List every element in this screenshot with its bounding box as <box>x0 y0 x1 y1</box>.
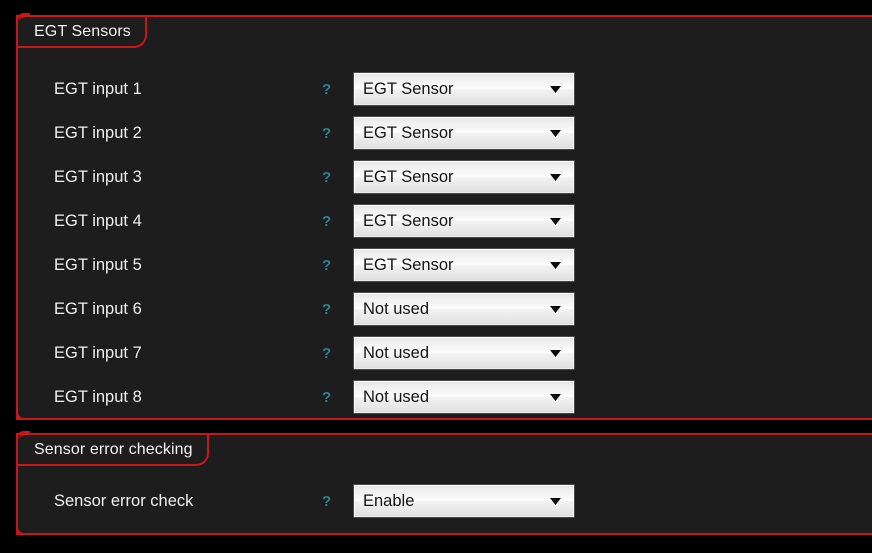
row-sensor-error-check: Sensor error check ? Enable <box>18 482 872 520</box>
question-mark-icon-egt-input-8[interactable]: ? <box>322 390 331 405</box>
panel-title-sensor-error-checking: Sensor error checking <box>18 433 209 466</box>
dropdown-egt-input-5[interactable]: EGT Sensor <box>353 248 575 282</box>
dropdown-value-egt-input-5: EGT Sensor <box>363 256 454 274</box>
chevron-down-icon <box>540 173 574 181</box>
label-egt-input-7: EGT input 7 <box>54 343 142 362</box>
label-egt-input-4: EGT input 4 <box>54 211 142 230</box>
chevron-down-icon <box>540 261 574 269</box>
row-egt-input-1: EGT input 1 ? EGT Sensor <box>18 70 872 108</box>
row-egt-input-5: EGT input 5 ? EGT Sensor <box>18 246 872 284</box>
dropdown-value-sensor-error-check: Enable <box>363 492 415 510</box>
dropdown-egt-input-1[interactable]: EGT Sensor <box>353 72 575 106</box>
panel-egt-sensors: EGT Sensors EGT input 1 ? EGT Sensor EGT… <box>16 13 872 420</box>
label-egt-input-5: EGT input 5 <box>54 255 142 274</box>
dropdown-egt-input-4[interactable]: EGT Sensor <box>353 204 575 238</box>
dropdown-value-egt-input-6: Not used <box>363 300 430 318</box>
panel-title-label: Sensor error checking <box>34 440 193 458</box>
chevron-down-icon <box>540 393 574 401</box>
dropdown-value-egt-input-1: EGT Sensor <box>363 80 454 98</box>
dropdown-value-egt-input-4: EGT Sensor <box>363 212 454 230</box>
dropdown-value-egt-input-7: Not used <box>363 344 430 362</box>
row-egt-input-7: EGT input 7 ? Not used <box>18 334 872 372</box>
label-egt-input-1: EGT input 1 <box>54 79 142 98</box>
dropdown-egt-input-2[interactable]: EGT Sensor <box>353 116 575 150</box>
row-egt-input-6: EGT input 6 ? Not used <box>18 290 872 328</box>
row-egt-input-3: EGT input 3 ? EGT Sensor <box>18 158 872 196</box>
chevron-down-icon <box>540 85 574 93</box>
row-egt-input-4: EGT input 4 ? EGT Sensor <box>18 202 872 240</box>
dropdown-egt-input-8[interactable]: Not used <box>353 380 575 414</box>
question-mark-icon-egt-input-6[interactable]: ? <box>322 302 331 317</box>
chevron-down-icon <box>540 305 574 313</box>
question-mark-icon-egt-input-2[interactable]: ? <box>322 126 331 141</box>
settings-screen: EGT Sensors EGT input 1 ? EGT Sensor EGT… <box>0 0 872 553</box>
panel-sensor-error-checking: Sensor error checking Sensor error check… <box>16 431 872 535</box>
dropdown-sensor-error-check[interactable]: Enable <box>353 484 575 518</box>
label-egt-input-2: EGT input 2 <box>54 123 142 142</box>
dropdown-value-egt-input-8: Not used <box>363 388 430 406</box>
label-egt-input-8: EGT input 8 <box>54 387 142 406</box>
chevron-down-icon <box>540 129 574 137</box>
question-mark-icon-egt-input-3[interactable]: ? <box>322 170 331 185</box>
dropdown-value-egt-input-3: EGT Sensor <box>363 168 454 186</box>
panel-title-egt-sensors: EGT Sensors <box>18 15 147 48</box>
row-egt-input-2: EGT input 2 ? EGT Sensor <box>18 114 872 152</box>
question-mark-icon-egt-input-5[interactable]: ? <box>322 258 331 273</box>
label-sensor-error-check: Sensor error check <box>54 491 194 510</box>
panel-title-label: EGT Sensors <box>34 22 131 40</box>
question-mark-icon-sensor-error-check[interactable]: ? <box>322 494 331 509</box>
label-egt-input-3: EGT input 3 <box>54 167 142 186</box>
dropdown-egt-input-7[interactable]: Not used <box>353 336 575 370</box>
chevron-down-icon <box>540 497 574 505</box>
panel-body-egt-sensors: EGT input 1 ? EGT Sensor EGT input 2 ? E… <box>18 48 872 418</box>
chevron-down-icon <box>540 349 574 357</box>
dropdown-value-egt-input-2: EGT Sensor <box>363 124 454 142</box>
question-mark-icon-egt-input-4[interactable]: ? <box>322 214 331 229</box>
dropdown-egt-input-3[interactable]: EGT Sensor <box>353 160 575 194</box>
question-mark-icon-egt-input-1[interactable]: ? <box>322 82 331 97</box>
panel-body-sensor-error-checking: Sensor error check ? Enable <box>18 466 872 533</box>
question-mark-icon-egt-input-7[interactable]: ? <box>322 346 331 361</box>
chevron-down-icon <box>540 217 574 225</box>
bottom-filler <box>0 535 872 553</box>
dropdown-egt-input-6[interactable]: Not used <box>353 292 575 326</box>
label-egt-input-6: EGT input 6 <box>54 299 142 318</box>
row-egt-input-8: EGT input 8 ? Not used <box>18 378 872 416</box>
